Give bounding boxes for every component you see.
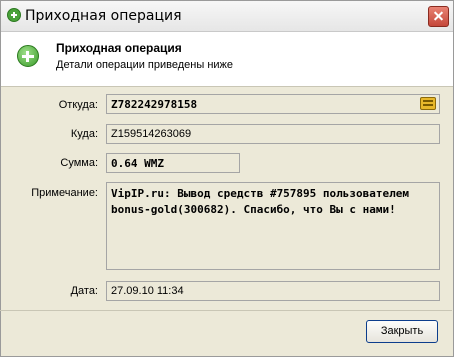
window-title: Приходная операция xyxy=(25,8,182,24)
title-bar[interactable]: Приходная операция xyxy=(1,1,453,32)
amount-field[interactable]: 0.64 WMZ xyxy=(106,153,240,173)
from-field[interactable]: Z782242978158 xyxy=(106,94,440,114)
purse-icon[interactable] xyxy=(420,97,436,110)
footer-divider xyxy=(0,310,452,311)
header-title: Приходная операция xyxy=(56,41,182,55)
incoming-transfer-icon xyxy=(7,8,21,22)
plus-circle-icon xyxy=(17,45,39,67)
from-label: Откуда: xyxy=(58,99,98,111)
to-label: Куда: xyxy=(70,128,98,140)
from-value: Z782242978158 xyxy=(111,98,198,111)
transaction-dialog: Приходная операция Приходная операция Де… xyxy=(0,0,454,357)
close-button[interactable]: Закрыть xyxy=(366,320,438,343)
to-value: Z159514263069 xyxy=(111,128,192,140)
window-close-button[interactable] xyxy=(428,6,449,27)
note-label: Примечание: xyxy=(31,187,98,199)
date-field[interactable]: 27.09.10 11:34 xyxy=(106,281,440,301)
to-field[interactable]: Z159514263069 xyxy=(106,124,440,144)
header-subtitle: Детали операции приведены ниже xyxy=(56,59,234,71)
amount-value: 0.64 WMZ xyxy=(111,157,164,170)
date-label: Дата: xyxy=(70,285,98,297)
dialog-header: Приходная операция Детали операции приве… xyxy=(1,32,453,87)
date-value: 27.09.10 11:34 xyxy=(111,285,184,297)
note-field[interactable]: VipIP.ru: Вывод средств #757895 пользова… xyxy=(106,182,440,270)
amount-label: Сумма: xyxy=(60,157,98,169)
